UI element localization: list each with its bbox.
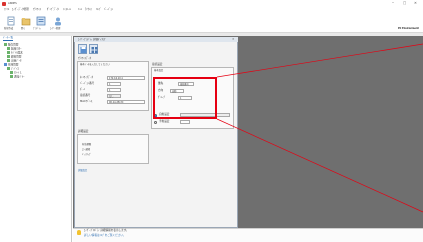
- info-line-2[interactable]: 詳しい情報はﾍﾙﾌﾟをご覧ください。: [84, 234, 126, 238]
- info-line-1: ﾕｰｻﾞｰﾌﾟﾛﾊﾟﾃｨ 詳細情報を表示します。: [84, 229, 129, 232]
- lightbulb-icon: [77, 230, 81, 235]
- callout-leader-lines: [216, 43, 423, 213]
